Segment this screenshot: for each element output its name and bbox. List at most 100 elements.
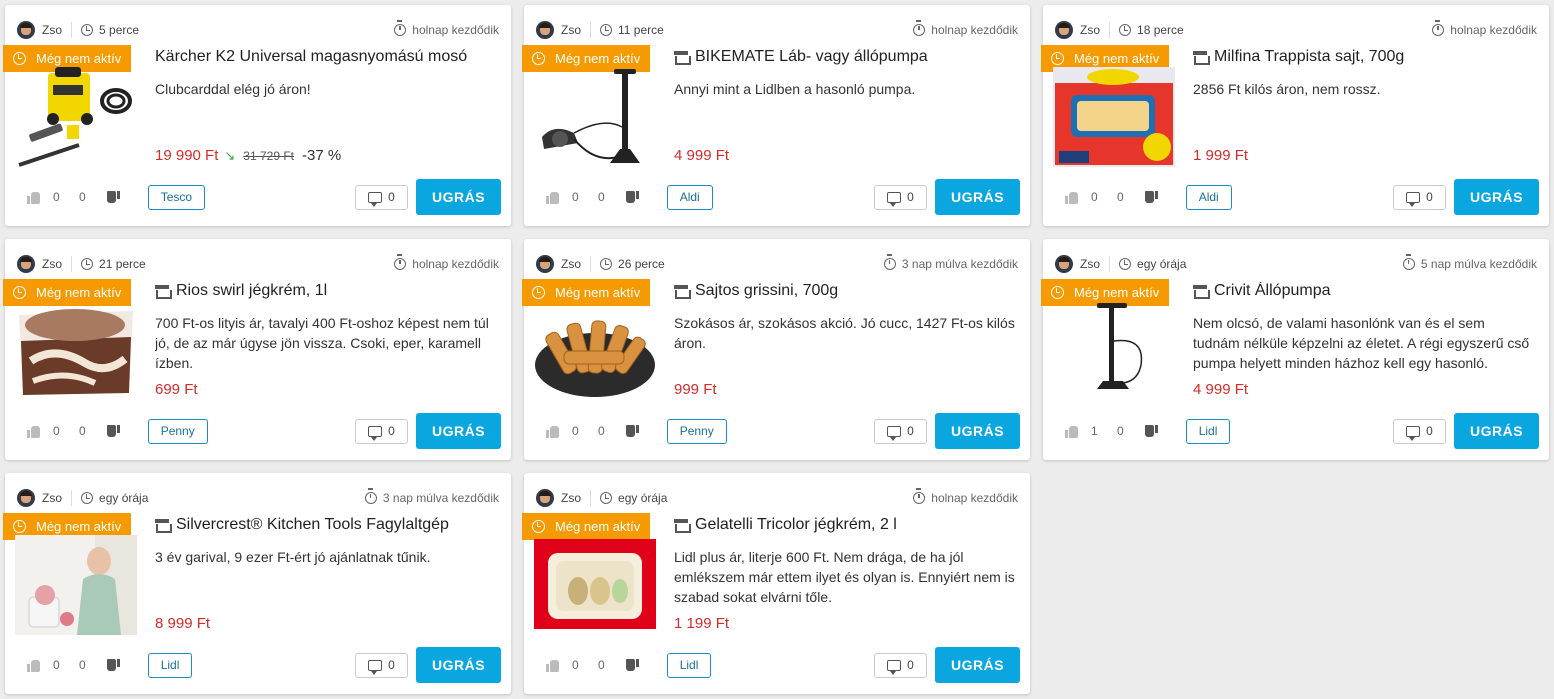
go-button[interactable]: UGRÁS	[416, 413, 501, 449]
deal-title-text[interactable]: Rios swirl jégkrém, 1l	[176, 282, 327, 300]
thumbs-up-icon[interactable]	[1065, 425, 1079, 438]
thumbs-down-icon[interactable]	[106, 658, 120, 672]
ice-cream-maker-image[interactable]	[15, 535, 137, 635]
vote-box: 0 0	[546, 424, 639, 438]
shop-tag[interactable]: Tesco	[147, 184, 206, 210]
comment-count: 0	[388, 424, 395, 438]
deal-actions: 0 0 Lidl 0 UGRÁS	[27, 647, 501, 683]
comments-button[interactable]: 0	[874, 418, 927, 444]
thumbs-up-icon[interactable]	[546, 659, 560, 672]
deal-card[interactable]: Zso egy órája 5 nap múlva kezdődik Még n…	[1041, 239, 1549, 460]
deal-card[interactable]: Zso 11 perce holnap kezdődik Még nem akt…	[522, 5, 1030, 226]
shop-tag[interactable]: Aldi	[666, 184, 713, 210]
comments-button[interactable]: 0	[874, 184, 927, 210]
deal-title[interactable]: BIKEMATE Láb- vagy állópumpa	[674, 48, 1016, 66]
username[interactable]: Zso	[561, 257, 581, 271]
thumbs-up-icon[interactable]	[27, 425, 41, 438]
price: 19 990 Ft	[155, 147, 219, 164]
grissini-image[interactable]	[534, 301, 656, 401]
deal-title[interactable]: Gelatelli Tricolor jégkrém, 2 l	[674, 516, 1016, 534]
username[interactable]: Zso	[42, 23, 62, 37]
thumbs-up-icon[interactable]	[546, 191, 560, 204]
deal-title[interactable]: Silvercrest® Kitchen Tools Fagylaltgép	[155, 516, 497, 534]
deal-title[interactable]: Kärcher K2 Universal magasnyomású mosó	[155, 48, 497, 66]
shop-tag[interactable]: Penny	[147, 418, 208, 444]
deal-title-text[interactable]: Milfina Trappista sajt, 700g	[1214, 48, 1404, 66]
go-button[interactable]: UGRÁS	[416, 179, 501, 215]
thumbs-up-icon[interactable]	[27, 191, 41, 204]
floor-pump-image[interactable]	[1053, 301, 1175, 401]
thumbs-down-icon[interactable]	[106, 424, 120, 438]
deal-title-text[interactable]: Crivit Állópumpa	[1214, 282, 1330, 300]
username[interactable]: Zso	[1080, 23, 1100, 37]
comments-button[interactable]: 0	[355, 652, 408, 678]
thumbs-down-icon[interactable]	[1144, 190, 1158, 204]
ice-cream-image[interactable]	[15, 301, 137, 401]
deal-title-text[interactable]: Silvercrest® Kitchen Tools Fagylaltgép	[176, 516, 449, 534]
thumbs-up-icon[interactable]	[27, 659, 41, 672]
ice-cream-box-image[interactable]	[534, 535, 656, 635]
go-button[interactable]: UGRÁS	[935, 413, 1020, 449]
go-button[interactable]: UGRÁS	[935, 647, 1020, 683]
deal-card[interactable]: Zso 21 perce holnap kezdődik Még nem akt…	[3, 239, 511, 460]
bike-pump-image[interactable]	[534, 67, 656, 167]
avatar[interactable]	[17, 21, 35, 39]
username[interactable]: Zso	[1080, 257, 1100, 271]
thumbs-up-icon[interactable]	[1065, 191, 1079, 204]
go-button[interactable]: UGRÁS	[1454, 413, 1539, 449]
shop-tag[interactable]: Lidl	[147, 652, 193, 678]
timer-icon	[1402, 254, 1415, 270]
deal-title[interactable]: Crivit Állópumpa	[1193, 282, 1535, 300]
deal-title-text[interactable]: BIKEMATE Láb- vagy állópumpa	[695, 48, 928, 66]
username[interactable]: Zso	[42, 257, 62, 271]
shop-tag[interactable]: Lidl	[1185, 418, 1231, 444]
comments-button[interactable]: 0	[1393, 418, 1446, 444]
avatar[interactable]	[17, 489, 35, 507]
username[interactable]: Zso	[561, 23, 581, 37]
avatar[interactable]	[17, 255, 35, 273]
comments-button[interactable]: 0	[355, 418, 408, 444]
like-count: 1	[1091, 424, 1098, 438]
cheese-image[interactable]	[1053, 67, 1175, 167]
deal-card[interactable]: Zso 18 perce holnap kezdődik Még nem akt…	[1041, 5, 1549, 226]
go-button[interactable]: UGRÁS	[416, 647, 501, 683]
thumbs-up-icon[interactable]	[546, 425, 560, 438]
price-row: 4 999 Ft	[1193, 381, 1248, 398]
thumbs-down-icon[interactable]	[625, 424, 639, 438]
comments-button[interactable]: 0	[355, 184, 408, 210]
username[interactable]: Zso	[42, 491, 62, 505]
price-row: 699 Ft	[155, 381, 198, 398]
avatar[interactable]	[1055, 21, 1073, 39]
avatar[interactable]	[536, 255, 554, 273]
comments-button[interactable]: 0	[874, 652, 927, 678]
deal-title[interactable]: Rios swirl jégkrém, 1l	[155, 282, 497, 300]
badge-label: Még nem aktív	[36, 285, 122, 300]
shop-tag[interactable]: Penny	[666, 418, 727, 444]
shop-tag[interactable]: Lidl	[666, 652, 712, 678]
go-button[interactable]: UGRÁS	[935, 179, 1020, 215]
thumbs-down-icon[interactable]	[625, 658, 639, 672]
deal-title[interactable]: Sajtos grissini, 700g	[674, 282, 1016, 300]
deal-card[interactable]: Zso 26 perce 3 nap múlva kezdődik Még ne…	[522, 239, 1030, 460]
deal-card[interactable]: Zso egy órája 3 nap múlva kezdődik Még n…	[3, 473, 511, 694]
deal-title-text[interactable]: Gelatelli Tricolor jégkrém, 2 l	[695, 516, 897, 534]
thumbs-down-icon[interactable]	[1144, 424, 1158, 438]
badge-label: Még nem aktív	[555, 51, 641, 66]
avatar[interactable]	[1055, 255, 1073, 273]
username[interactable]: Zso	[561, 491, 581, 505]
deal-title[interactable]: Milfina Trappista sajt, 700g	[1193, 48, 1535, 66]
deal-card[interactable]: Zso egy órája holnap kezdődik Még nem ak…	[522, 473, 1030, 694]
deal-title-text[interactable]: Kärcher K2 Universal magasnyomású mosó	[155, 48, 467, 66]
posted-time: 11 perce	[618, 23, 664, 37]
store-icon	[674, 51, 691, 65]
go-button[interactable]: UGRÁS	[1454, 179, 1539, 215]
pressure-washer-image[interactable]	[15, 67, 137, 167]
deal-card[interactable]: Zso 5 perce holnap kezdődik Még nem aktí…	[3, 5, 511, 226]
thumbs-down-icon[interactable]	[625, 190, 639, 204]
avatar[interactable]	[536, 489, 554, 507]
comments-button[interactable]: 0	[1393, 184, 1446, 210]
thumbs-down-icon[interactable]	[106, 190, 120, 204]
shop-tag[interactable]: Aldi	[1185, 184, 1232, 210]
avatar[interactable]	[536, 21, 554, 39]
deal-title-text[interactable]: Sajtos grissini, 700g	[695, 282, 838, 300]
